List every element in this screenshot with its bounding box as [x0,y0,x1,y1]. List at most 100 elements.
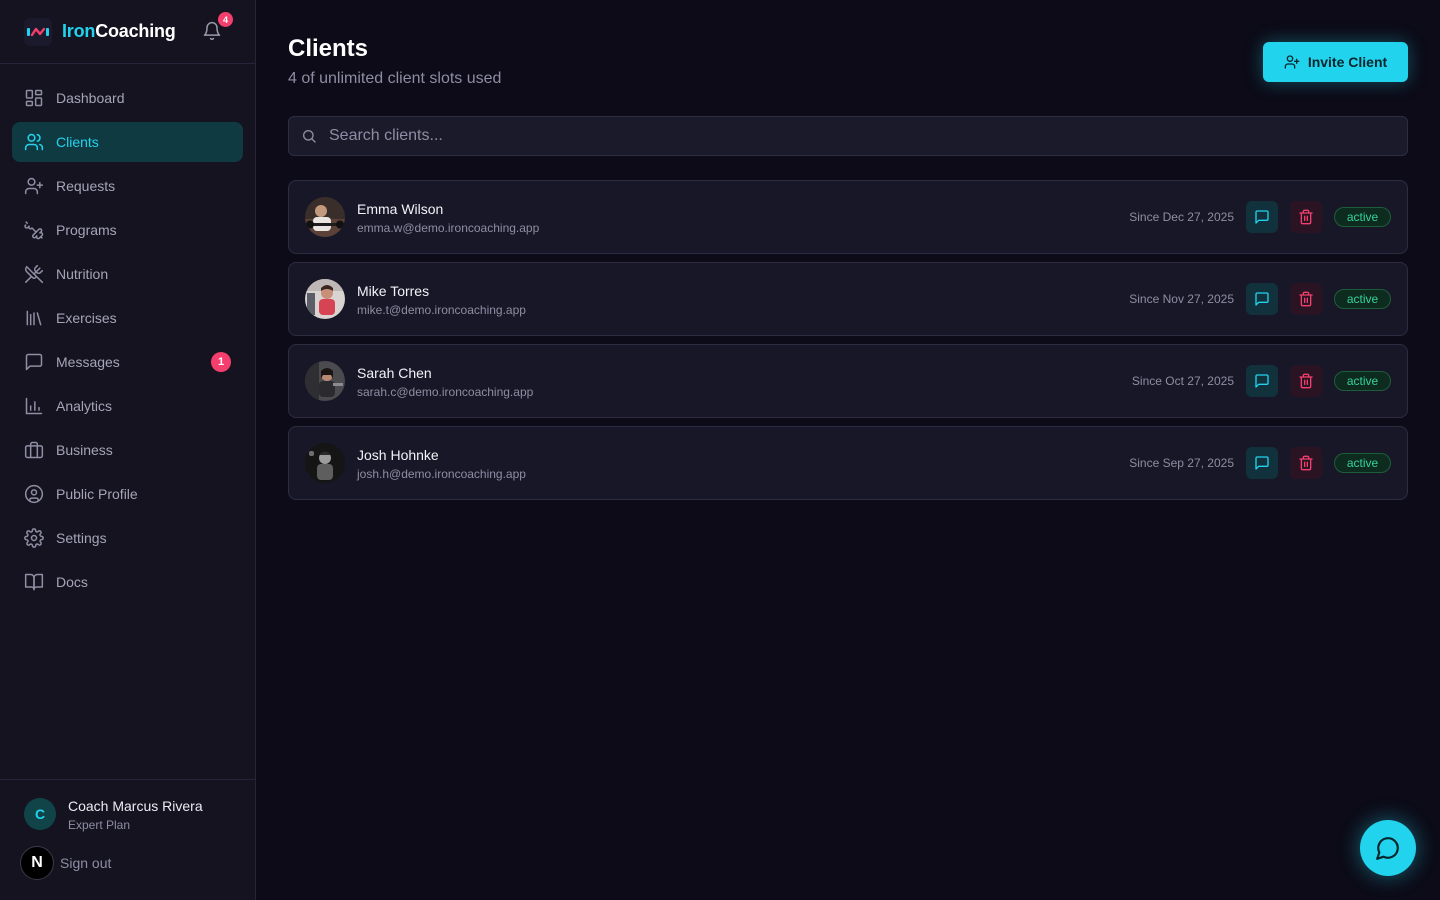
list-item[interactable]: Josh Hohnke josh.h@demo.ironcoaching.app… [288,426,1408,500]
message-icon [1255,292,1269,306]
delete-client-button[interactable] [1290,201,1322,233]
brand-name-part1: Iron [62,21,96,41]
status-badge: active [1334,289,1391,309]
search-input[interactable] [329,127,1369,145]
sidebar-item-label: Public Profile [56,486,138,502]
sidebar-item-exercises[interactable]: Exercises [12,298,243,338]
status-badge: active [1334,371,1391,391]
client-since-date: Since Oct 27, 2025 [1131,374,1234,388]
sidebar-item-messages[interactable]: Messages 1 [12,342,243,382]
user-panel: C Coach Marcus Rivera Expert Plan N Sign… [0,779,255,900]
library-icon [24,308,44,328]
client-email: josh.h@demo.ironcoaching.app [357,467,526,481]
trash-icon [1299,209,1313,225]
sign-out-button[interactable]: N Sign out [20,846,111,880]
sidebar-item-label: Settings [56,530,107,546]
brand-name-part2: Coaching [95,21,176,41]
client-since-date: Since Nov 27, 2025 [1129,292,1234,306]
brand-name[interactable]: IronCoaching [62,21,176,42]
notification-count-badge: 4 [218,12,233,27]
sidebar-item-label: Business [56,442,113,458]
client-list: Emma Wilson emma.w@demo.ironcoaching.app… [288,180,1408,508]
status-badge: active [1334,453,1391,473]
message-client-button[interactable] [1246,447,1278,479]
sidebar-item-analytics[interactable]: Analytics [12,386,243,426]
list-item[interactable]: Emma Wilson emma.w@demo.ironcoaching.app… [288,180,1408,254]
utensils-icon [24,264,44,284]
sidebar: IronCoaching 4 Dashboard Clients Request… [0,0,256,900]
message-client-button[interactable] [1246,365,1278,397]
client-name: Mike Torres [357,283,430,299]
sidebar-item-clients[interactable]: Clients [12,122,243,162]
sidebar-item-label: Exercises [56,310,117,326]
ironcoaching-logo-icon[interactable] [24,17,52,46]
bar-chart-icon [24,396,44,416]
message-client-button[interactable] [1246,283,1278,315]
gear-icon [24,528,44,548]
sidebar-item-dashboard[interactable]: Dashboard [12,78,243,118]
user-plus-icon [1284,55,1300,69]
sign-out-label: Sign out [60,855,112,871]
avatar [305,361,345,401]
delete-client-button[interactable] [1290,365,1322,397]
sidebar-item-label: Clients [56,134,99,150]
client-name: Sarah Chen [357,365,432,381]
avatar [305,279,345,319]
users-icon [24,132,44,152]
sidebar-item-programs[interactable]: Programs [12,210,243,250]
briefcase-icon [24,440,44,460]
search-bar [288,116,1408,156]
sidebar-item-label: Messages [56,354,120,370]
n-logo-icon: N [20,846,54,880]
avatar [305,197,345,237]
user-name: Coach Marcus Rivera [68,798,203,814]
message-client-button[interactable] [1246,201,1278,233]
user-plus-icon [24,176,44,196]
sidebar-item-label: Requests [56,178,116,194]
trash-icon [1299,455,1313,471]
search-icon [303,130,316,143]
status-badge: active [1334,207,1391,227]
message-icon [1255,374,1269,388]
delete-client-button[interactable] [1290,283,1322,315]
sidebar-item-requests[interactable]: Requests [12,166,243,206]
sidebar-item-label: Programs [56,222,117,238]
page-subtitle: 4 of unlimited client slots used [288,70,502,87]
brand-header: IronCoaching 4 [0,0,255,64]
sidebar-item-label: Docs [56,574,88,590]
sidebar-item-docs[interactable]: Docs [12,562,243,602]
list-item[interactable]: Sarah Chen sarah.c@demo.ironcoaching.app… [288,344,1408,418]
message-icon [1255,210,1269,224]
message-icon [1255,456,1269,470]
delete-client-button[interactable] [1290,447,1322,479]
sidebar-item-label: Dashboard [56,90,125,106]
trash-icon [1299,373,1313,389]
trash-icon [1299,291,1313,307]
client-email: emma.w@demo.ironcoaching.app [357,221,540,235]
chat-support-button[interactable] [1360,820,1416,876]
sidebar-item-label: Analytics [56,398,113,414]
chat-bubble-icon [1376,837,1399,860]
sidebar-item-business[interactable]: Business [12,430,243,470]
dumbbell-icon [24,220,44,240]
client-since-date: Since Dec 27, 2025 [1129,210,1234,224]
client-name: Emma Wilson [357,201,444,217]
client-name: Josh Hohnke [357,447,439,463]
sidebar-item-nutrition[interactable]: Nutrition [12,254,243,294]
book-icon [24,572,44,592]
avatar [305,443,345,483]
invite-client-label: Invite Client [1307,54,1388,70]
client-email: mike.t@demo.ironcoaching.app [357,303,526,317]
list-item[interactable]: Mike Torres mike.t@demo.ironcoaching.app… [288,262,1408,336]
sidebar-nav: Dashboard Clients Requests Programs Nutr… [0,64,255,602]
sidebar-item-settings[interactable]: Settings [12,518,243,558]
client-email: sarah.c@demo.ironcoaching.app [357,385,534,399]
invite-client-button[interactable]: Invite Client [1263,42,1408,82]
avatar[interactable]: C [24,798,56,830]
page-title: Clients [288,35,369,62]
client-since-date: Since Sep 27, 2025 [1129,456,1234,470]
sidebar-item-public-profile[interactable]: Public Profile [12,474,243,514]
user-plan: Expert Plan [68,818,131,832]
dashboard-icon [24,88,44,108]
user-circle-icon [24,484,44,504]
